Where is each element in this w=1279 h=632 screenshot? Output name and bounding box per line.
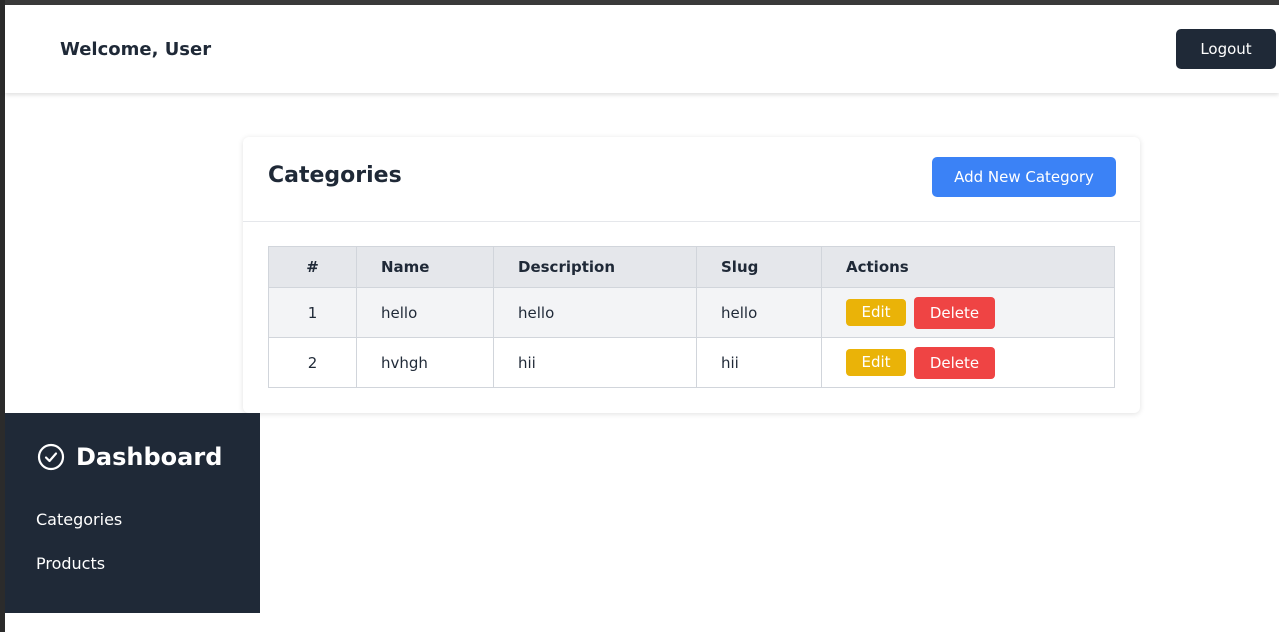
column-header-description: Description xyxy=(493,246,697,288)
delete-button[interactable]: Delete xyxy=(914,296,995,329)
row-description: hii xyxy=(493,337,697,388)
edit-button[interactable]: Edit xyxy=(846,299,906,326)
sidebar-item-categories[interactable]: Categories xyxy=(36,510,122,529)
row-name: hello xyxy=(356,287,494,338)
table-header-row: # Name Description Slug Actions xyxy=(268,246,1115,288)
page-title: Categories xyxy=(268,163,402,188)
row-actions: Edit Delete xyxy=(821,287,1115,338)
categories-card: Categories Add New Category # Name Descr… xyxy=(243,137,1140,413)
row-slug: hello xyxy=(696,287,822,338)
sidebar-item-products[interactable]: Products xyxy=(36,554,105,573)
row-name: hvhgh xyxy=(356,337,494,388)
row-actions: Edit Delete xyxy=(821,337,1115,388)
logout-button[interactable]: Logout xyxy=(1176,29,1276,69)
column-header-slug: Slug xyxy=(696,246,822,288)
delete-button[interactable]: Delete xyxy=(914,346,995,379)
sidebar-title-label: Dashboard xyxy=(76,443,223,471)
categories-table: # Name Description Slug Actions 1 hello … xyxy=(268,246,1115,388)
row-number: 2 xyxy=(268,337,357,388)
edit-button[interactable]: Edit xyxy=(846,349,906,376)
row-number: 1 xyxy=(268,287,357,338)
row-description: hello xyxy=(493,287,697,338)
check-circle-icon xyxy=(37,443,65,471)
sidebar: Dashboard Categories Products xyxy=(5,413,260,613)
row-slug: hii xyxy=(696,337,822,388)
table-row: 1 hello hello hello Edit Delete xyxy=(268,287,1115,338)
welcome-text: Welcome, User xyxy=(60,39,212,60)
column-header-number: # xyxy=(268,246,357,288)
add-category-button[interactable]: Add New Category xyxy=(932,157,1116,197)
card-header: Categories Add New Category xyxy=(243,137,1140,222)
sidebar-title[interactable]: Dashboard xyxy=(37,443,222,471)
top-header: Welcome, User Logout xyxy=(5,5,1279,93)
column-header-actions: Actions xyxy=(821,246,1115,288)
column-header-name: Name xyxy=(356,246,494,288)
table-row: 2 hvhgh hii hii Edit Delete xyxy=(268,337,1115,388)
